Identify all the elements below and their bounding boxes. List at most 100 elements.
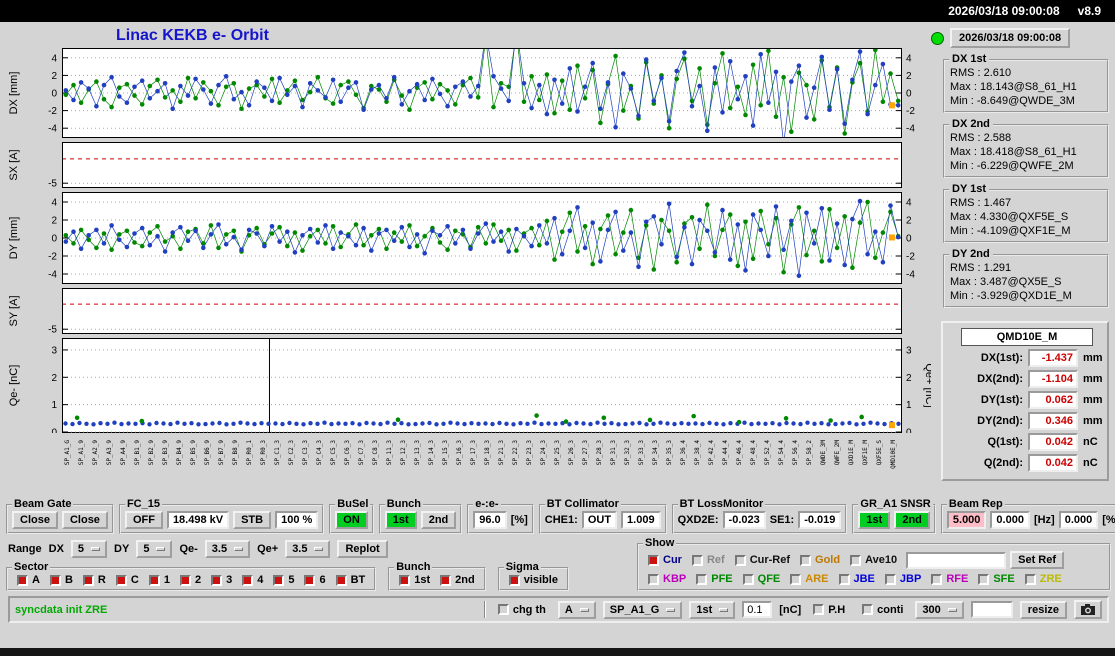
svg-text:SP_22_3: SP_22_3 xyxy=(512,440,519,466)
set-ref-button[interactable]: Set Ref xyxy=(1010,551,1065,569)
svg-text:-2: -2 xyxy=(906,106,915,117)
conti-checkbox[interactable]: conti xyxy=(862,604,903,616)
interval-select[interactable]: 300 xyxy=(915,600,964,619)
checkbox-indicator xyxy=(790,573,802,585)
threshold-input[interactable] xyxy=(742,601,773,618)
sp-monitor-value: SP_A1_G xyxy=(609,603,660,616)
checkbox-sfe[interactable]: SFE xyxy=(978,573,1015,585)
range-dx-select[interactable]: 5 xyxy=(70,540,108,558)
ph-checkbox[interactable]: P.H xyxy=(813,604,845,616)
checkbox-r[interactable]: R xyxy=(82,574,106,586)
checkbox-bt[interactable]: BT xyxy=(335,574,365,586)
checkbox-label: Ave10 xyxy=(865,554,898,566)
monitor-row: DY(2nd): 0.346 mm xyxy=(947,412,1103,430)
sy-steering-plot: -5 SY [A] xyxy=(6,288,931,334)
checkbox-cur-ref[interactable]: Cur-Ref xyxy=(734,554,790,566)
stat-min: Min : -4.109@QXF1E_M xyxy=(950,225,1071,237)
checkbox-visible[interactable]: visible xyxy=(508,574,558,586)
checkbox-1st[interactable]: 1st xyxy=(399,574,430,586)
stat-rms: RMS : 2.588 xyxy=(950,132,1012,144)
sp-monitor-select[interactable]: SP_A1_G xyxy=(602,600,683,619)
svg-text:0: 0 xyxy=(51,234,57,245)
beam-rep-label: Beam Rep xyxy=(946,498,1005,510)
checkbox-kbp[interactable]: KBP xyxy=(648,573,686,585)
fc15-off-button[interactable]: OFF xyxy=(124,511,163,529)
range-qem-select[interactable]: 3.5 xyxy=(204,540,251,558)
checkbox-jbp[interactable]: JBP xyxy=(884,573,921,585)
mode-select[interactable]: A xyxy=(557,600,596,619)
checkbox-indicator xyxy=(242,574,254,586)
checkbox-indicator xyxy=(838,573,850,585)
resize-button[interactable]: resize xyxy=(1019,600,1067,619)
checkbox-cur[interactable]: Cur xyxy=(648,554,682,566)
checkbox-are[interactable]: ARE xyxy=(790,573,829,585)
range-qep-select[interactable]: 3.5 xyxy=(285,540,331,558)
ref-file-input[interactable] xyxy=(906,551,1007,569)
checkbox-ref[interactable]: Ref xyxy=(691,554,725,566)
conti-label: conti xyxy=(877,603,904,616)
beam-gate-close-button-1[interactable]: Close xyxy=(12,511,58,529)
beam-rep-display-3: 0.000 xyxy=(1058,511,1099,529)
checkbox-label: Ref xyxy=(706,554,725,566)
interval-value: 300 xyxy=(922,603,941,616)
checkbox-b[interactable]: B xyxy=(49,574,73,586)
checkbox-label: Cur xyxy=(663,554,682,566)
monitor-row-unit: nC xyxy=(1083,436,1098,448)
svg-text:SP_44_4: SP_44_4 xyxy=(722,440,729,466)
replot-button[interactable]: Replot xyxy=(337,540,388,558)
stat-box-dy-1st: DY 1st RMS : 1.467 Max : 4.330@QXF5E_S M… xyxy=(943,183,1109,243)
checkbox-1[interactable]: 1 xyxy=(148,574,170,586)
checkbox-2nd[interactable]: 2nd xyxy=(440,574,475,586)
checkbox-a[interactable]: A xyxy=(17,574,40,586)
checkbox-jbe[interactable]: JBE xyxy=(838,573,875,585)
svg-text:-2: -2 xyxy=(48,106,57,117)
checkbox-4[interactable]: 4 xyxy=(242,574,263,586)
checkbox-3[interactable]: 3 xyxy=(211,574,232,586)
stat-min: Min : -6.229@QWFE_2M xyxy=(950,160,1074,172)
svg-text:SP_25_3: SP_25_3 xyxy=(554,440,561,466)
chg-th-checkbox[interactable]: chg th xyxy=(497,604,546,616)
bunch-2nd-button[interactable]: 2nd xyxy=(420,511,457,529)
count-input[interactable] xyxy=(970,601,1013,618)
fc15-stb-button[interactable]: STB xyxy=(233,511,272,529)
stat-box-dx-2nd: DX 2nd RMS : 2.588 Max : 18.418@S8_61_H1… xyxy=(943,118,1109,178)
svg-text:-4: -4 xyxy=(48,270,57,281)
checkbox-indicator xyxy=(497,604,509,615)
checkbox-rfe[interactable]: RFE xyxy=(931,573,968,585)
busel-on-button[interactable]: ON xyxy=(335,511,368,529)
checkbox-indicator xyxy=(399,574,411,586)
svg-text:SP_A2_9: SP_A2_9 xyxy=(92,440,99,466)
checkbox-label: PFE xyxy=(711,573,733,585)
svg-text:2: 2 xyxy=(51,216,57,227)
monitor-row-unit: mm xyxy=(1083,352,1103,364)
monitor-row: Q(1st): 0.042 nC xyxy=(947,433,1101,451)
beam-gate-close-button-2[interactable]: Close xyxy=(61,511,108,529)
screenshot-button[interactable] xyxy=(1074,600,1102,619)
stat-box-title: DY 1st xyxy=(949,183,990,195)
checkbox-c[interactable]: C xyxy=(115,574,139,586)
svg-text:SP_B6_9: SP_B6_9 xyxy=(204,440,211,466)
range-dy-select[interactable]: 5 xyxy=(136,540,173,558)
snsr-2nd-button[interactable]: 2nd xyxy=(894,511,930,529)
stat-box-dx-1st: DX 1st RMS : 2.610 Max : 18.143@S8_61_H1… xyxy=(943,53,1109,113)
checkbox-6[interactable]: 6 xyxy=(304,574,326,586)
checkbox-5[interactable]: 5 xyxy=(273,574,294,586)
bunch-1st-button[interactable]: 1st xyxy=(384,511,417,529)
beam-gate-label: Beam Gate xyxy=(12,498,74,510)
checkbox-2[interactable]: 2 xyxy=(179,574,201,586)
bunch-mode-select[interactable]: 1st xyxy=(689,600,736,619)
checkbox-zre[interactable]: ZRE xyxy=(1024,573,1062,585)
checkbox-gold[interactable]: Gold xyxy=(800,554,840,566)
monitor-row-label: Q(1st): xyxy=(987,436,1023,448)
main-area: Linac KEKB e- Orbit 4 4 2 2 0 0 -2 -2 -4 -4 DX [mm… xyxy=(0,22,1115,497)
range-dx-value: 5 xyxy=(77,543,85,555)
control-panel: Beam Gate Close Close FC_15 OFF 18.498 k… xyxy=(0,497,1115,623)
svg-text:DX [mm]: DX [mm] xyxy=(8,72,20,115)
svg-text:SP_C2_3: SP_C2_3 xyxy=(288,440,295,466)
checkbox-ave10[interactable]: Ave10 xyxy=(850,554,897,566)
checkbox-pfe[interactable]: PFE xyxy=(696,573,733,585)
checkbox-qfe[interactable]: QFE xyxy=(742,573,780,585)
checkbox-indicator xyxy=(884,573,896,585)
snsr-1st-button[interactable]: 1st xyxy=(858,511,891,529)
monitor-row-unit: mm xyxy=(1083,415,1103,427)
